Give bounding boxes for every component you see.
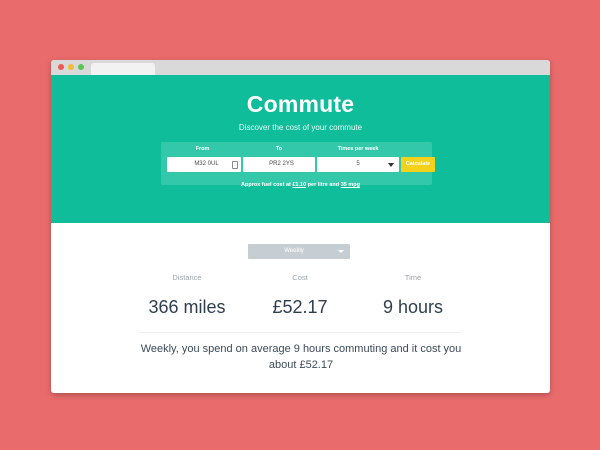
hero-section: Commute Discover the cost of your commut… xyxy=(51,75,550,223)
commute-form: From M32 0UL To PR2 2YS Times per week 5… xyxy=(161,142,435,185)
distance-stat: Distance 366 miles xyxy=(137,273,237,318)
browser-tab[interactable] xyxy=(91,63,155,75)
times-per-week-select[interactable]: 5 xyxy=(317,157,399,172)
cost-label: Cost xyxy=(292,273,308,282)
from-input[interactable]: M32 0UL xyxy=(167,157,241,172)
time-label: Time xyxy=(404,273,422,282)
clipboard-icon[interactable] xyxy=(232,161,238,169)
from-label: From xyxy=(195,146,210,152)
page-title: Commute xyxy=(246,91,355,117)
times-per-week-label: Times per week xyxy=(337,146,379,152)
period-select[interactable]: Weekly xyxy=(248,244,350,259)
close-window-icon[interactable] xyxy=(58,64,64,70)
page-subtitle: Discover the cost of your commute xyxy=(238,123,363,132)
browser-window: Commute Discover the cost of your commut… xyxy=(51,60,550,393)
summary-text: Weekly, you spend on average 9 hours com… xyxy=(140,343,462,371)
time-stat: Time 9 hours xyxy=(363,273,463,318)
mpg-link[interactable]: 35 mpg xyxy=(341,182,360,188)
results-section: Weekly Distance 366 miles Cost £52.17 Ti… xyxy=(51,223,550,393)
from-input-value: M32 0UL xyxy=(194,161,219,167)
to-label: To xyxy=(275,146,283,152)
time-value: 9 hours xyxy=(382,297,444,317)
to-input[interactable]: PR2 2YS xyxy=(243,157,315,172)
fuel-cost-note: Approx fuel cost at £1.10 per litre and … xyxy=(51,182,550,188)
period-selected-value: Weekly xyxy=(284,248,304,254)
minimize-window-icon[interactable] xyxy=(68,64,74,70)
browser-toolbar xyxy=(51,60,550,75)
divider xyxy=(139,332,461,333)
chevron-down-icon xyxy=(388,163,394,167)
times-per-week-value: 5 xyxy=(356,161,360,167)
maximize-window-icon[interactable] xyxy=(78,64,84,70)
distance-label: Distance xyxy=(172,273,202,282)
fuel-price-link[interactable]: £1.10 xyxy=(292,182,306,188)
distance-value: 366 miles xyxy=(148,297,226,317)
chevron-down-icon xyxy=(338,250,344,253)
cost-stat: Cost £52.17 xyxy=(250,273,350,318)
calculate-button[interactable]: Calculate xyxy=(401,157,435,172)
fuel-note-mid: per litre and xyxy=(307,182,340,188)
fuel-note-prefix: Approx fuel cost at xyxy=(241,182,291,188)
cost-value: £52.17 xyxy=(272,297,328,317)
to-input-value: PR2 2YS xyxy=(269,161,294,167)
